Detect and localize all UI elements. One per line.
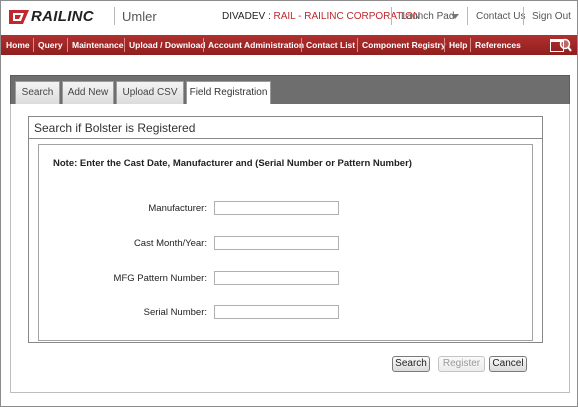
section-title: Search if Bolster is Registered: [34, 121, 196, 135]
mfg-pattern-number-label: MFG Pattern Number:: [113, 273, 207, 284]
magnify-window-icon[interactable]: [550, 37, 572, 53]
header-divider: [467, 7, 468, 25]
nav-separator: [203, 38, 204, 52]
tab-search[interactable]: Search: [15, 81, 60, 104]
nav-query[interactable]: Query: [38, 35, 63, 55]
railinc-logo-icon: [9, 10, 29, 24]
app-window: RAILINC Umler DIVADEV : RAIL - RAILINC C…: [0, 0, 578, 407]
section-divider: [29, 138, 542, 139]
manufacturer-label: Manufacturer:: [148, 203, 207, 214]
nav-maintenance[interactable]: Maintenance: [72, 35, 124, 55]
header-divider: [391, 7, 392, 25]
nav-contact-list[interactable]: Contact List: [306, 35, 355, 55]
mfg-pattern-number-input[interactable]: [214, 271, 339, 285]
sign-out-link[interactable]: Sign Out: [532, 11, 571, 22]
launch-pad-menu[interactable]: Launch Pad: [401, 11, 454, 22]
bolster-search-section: Search if Bolster is Registered Note: En…: [28, 116, 543, 343]
nav-separator: [124, 38, 125, 52]
form-box: Note: Enter the Cast Date, Manufacturer …: [38, 144, 533, 341]
register-button[interactable]: Register: [438, 356, 485, 372]
nav-references[interactable]: References: [475, 35, 521, 55]
cast-month-year-label: Cast Month/Year:: [133, 238, 207, 249]
nav-help[interactable]: Help: [449, 35, 467, 55]
user-environment: DIVADEV :: [222, 11, 274, 22]
tab-upload-csv[interactable]: Upload CSV: [116, 81, 184, 104]
nav-separator: [470, 38, 471, 52]
form-note: Note: Enter the Cast Date, Manufacturer …: [53, 158, 412, 169]
user-company: RAIL - RAILINC CORPORATION: [273, 11, 421, 22]
serial-number-input[interactable]: [214, 305, 339, 319]
app-title: Umler: [122, 9, 157, 24]
top-header: RAILINC Umler DIVADEV : RAIL - RAILINC C…: [1, 1, 577, 34]
nav-separator: [301, 38, 302, 52]
nav-separator: [357, 38, 358, 52]
tab-field-registration[interactable]: Field Registration: [186, 81, 271, 104]
nav-home[interactable]: Home: [6, 35, 30, 55]
logo-text: RAILINC: [31, 8, 94, 25]
nav-separator: [444, 38, 445, 52]
header-divider: [114, 7, 115, 25]
nav-account-administration[interactable]: Account Administration: [208, 35, 304, 55]
main-nav: Home Query Maintenance Upload / Download…: [1, 35, 577, 55]
manufacturer-input[interactable]: [214, 201, 339, 215]
railinc-logo[interactable]: RAILINC: [9, 8, 113, 28]
tab-add-new[interactable]: Add New: [62, 81, 114, 104]
header-divider: [523, 7, 524, 25]
chevron-down-icon[interactable]: [451, 14, 459, 19]
cast-month-year-input[interactable]: [214, 236, 339, 250]
nav-upload-download[interactable]: Upload / Download: [129, 35, 206, 55]
contact-us-link[interactable]: Contact Us: [476, 11, 525, 22]
tab-bar: Search Add New Upload CSV Field Registra…: [10, 75, 570, 105]
nav-separator: [67, 38, 68, 52]
cancel-button[interactable]: Cancel: [489, 356, 527, 372]
nav-separator: [33, 38, 34, 52]
search-button[interactable]: Search: [392, 356, 430, 372]
serial-number-label: Serial Number:: [143, 307, 207, 318]
nav-component-registry[interactable]: Component Registry: [362, 35, 446, 55]
